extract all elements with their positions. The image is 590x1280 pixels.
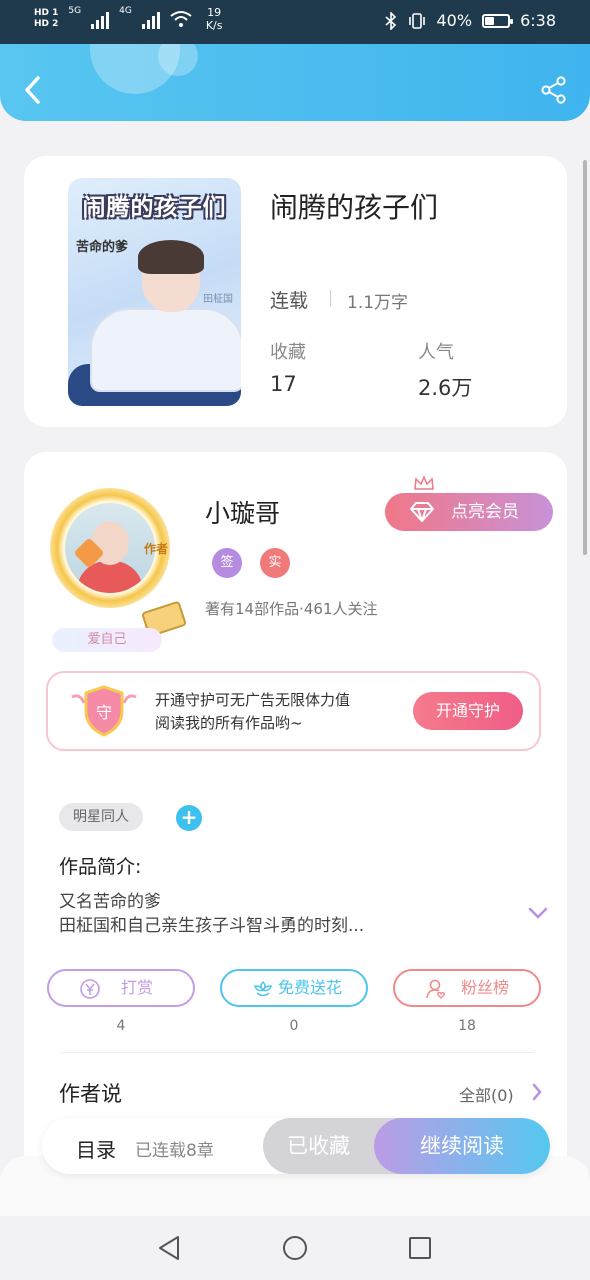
chapter-count: 已连载8章 xyxy=(135,1141,214,1161)
cover-figure-body xyxy=(90,308,241,392)
author-name: 小璇哥 xyxy=(205,499,281,528)
scrollbar[interactable] xyxy=(583,160,587,555)
nav-home-icon[interactable] xyxy=(282,1235,308,1261)
intro-title: 作品简介: xyxy=(59,856,142,878)
hd-indicator: HD 1 HD 2 xyxy=(34,8,58,30)
reward-label: 打赏 xyxy=(121,978,154,997)
vip-button-label: 点亮会员 xyxy=(451,502,519,522)
hd1-label: HD 1 xyxy=(34,8,59,18)
vip-button[interactable]: 点亮会员 xyxy=(385,475,553,531)
continue-reading-button[interactable]: 继续阅读 xyxy=(374,1118,550,1174)
yen-coin-icon xyxy=(80,979,100,999)
send-flower-label: 免费送花 xyxy=(278,978,343,997)
chevron-right-icon[interactable] xyxy=(531,1082,543,1102)
fan-user-icon xyxy=(426,979,445,999)
net-speed: 19 K/s xyxy=(206,6,223,32)
section-divider xyxy=(59,1052,534,1053)
crown-icon xyxy=(414,475,434,490)
wifi-icon xyxy=(170,11,192,27)
verified-badge: 实 xyxy=(260,548,290,578)
back-icon[interactable] xyxy=(22,74,44,106)
book-status: 连载 xyxy=(270,290,309,312)
hd2-label: HD 2 xyxy=(34,19,59,29)
signal-icon xyxy=(91,9,110,29)
fan-count: 18 xyxy=(458,1018,476,1034)
battery-percent: 40% xyxy=(436,11,473,30)
nav-recent-icon[interactable] xyxy=(408,1236,432,1260)
signal-icon-2 xyxy=(141,9,160,29)
author-avatar-frame[interactable]: 作者 xyxy=(50,488,188,638)
bottom-action-bar: 目录 已连载8章 已收藏 继续阅读 xyxy=(42,1118,550,1174)
net2-label: 4G xyxy=(119,6,132,16)
flower-icon xyxy=(253,980,273,997)
send-flower-button[interactable]: 免费送花 xyxy=(220,969,368,1007)
net1-label: 5G xyxy=(68,6,82,16)
cover-figure-hair xyxy=(138,240,204,274)
reward-button[interactable]: 打赏 xyxy=(47,969,195,1007)
intro-line2: 田柾国和自己亲生孩子斗智斗勇的时刻... xyxy=(59,916,365,936)
shield-icon: 守 xyxy=(71,685,137,737)
guard-text-line2: 阅读我的所有作品哟~ xyxy=(155,714,303,732)
author-card: 作者 爱自己 小璇哥 签 实 著有14部作品·461人关注 点亮会员 守 开通守… xyxy=(24,452,567,1212)
word-count: 1.1万字 xyxy=(347,293,409,313)
favorites-value: 17 xyxy=(270,372,297,396)
fan-rank-button[interactable]: 粉丝榜 xyxy=(393,969,541,1007)
popularity-label: 人气 xyxy=(418,342,454,363)
bluetooth-icon xyxy=(384,11,396,30)
status-divider xyxy=(330,290,331,306)
system-nav-bar xyxy=(0,1216,590,1280)
battery-icon xyxy=(482,13,514,28)
book-cover[interactable]: 闹腾的孩子们 苦命的爹 田柾国 xyxy=(68,178,241,406)
header-bar xyxy=(0,44,590,121)
header-bubble-small xyxy=(158,44,198,76)
cover-watermark: 田柾国 xyxy=(203,294,233,305)
share-icon[interactable] xyxy=(540,76,568,104)
diamond-icon xyxy=(410,502,434,522)
book-title: 闹腾的孩子们 xyxy=(270,191,439,224)
intro-text: 又名苦命的爹 田柾国和自己亲生孩子斗智斗勇的时刻... xyxy=(59,890,364,938)
battery-fill xyxy=(485,16,494,25)
status-bar: HD 1 HD 2 5G 4G 19 K/s 40% 6:38 xyxy=(0,0,590,44)
shield-char: 守 xyxy=(96,703,112,722)
flower-count: 0 xyxy=(289,1018,299,1034)
toc-button[interactable]: 目录 xyxy=(76,1134,116,1163)
book-info-card: 闹腾的孩子们 苦命的爹 田柾国 闹腾的孩子们 连载 1.1万字 收藏 17 人气… xyxy=(24,156,567,427)
author-pill: 爱自己 xyxy=(52,628,162,652)
speed-value: 19 xyxy=(207,6,222,19)
signed-badge: 签 xyxy=(212,548,242,578)
nav-back-icon[interactable] xyxy=(156,1234,182,1262)
chevron-down-icon[interactable] xyxy=(527,906,549,920)
guard-promo: 守 开通守护可无广告无限体力值 阅读我的所有作品哟~ 开通守护 xyxy=(46,671,541,751)
author-tag: 作者 xyxy=(144,542,169,556)
add-tag-button[interactable]: + xyxy=(176,805,202,831)
guard-text-line1: 开通守护可无广告无限体力值 xyxy=(155,691,351,709)
author-stats: 著有14部作品·461人关注 xyxy=(205,600,378,618)
guard-text: 开通守护可无广告无限体力值 阅读我的所有作品哟~ xyxy=(155,689,350,735)
sayings-all-link[interactable]: 全部(0) xyxy=(459,1082,514,1106)
cover-title: 闹腾的孩子们 xyxy=(82,195,227,221)
author-sayings-title: 作者说 xyxy=(59,1082,122,1106)
clock: 6:38 xyxy=(520,11,556,30)
favorites-label: 收藏 xyxy=(270,342,306,363)
intro-line1: 又名苦命的爹 xyxy=(59,892,161,912)
reward-count: 4 xyxy=(116,1018,126,1034)
popularity-value: 2.6万 xyxy=(418,376,473,400)
fan-rank-label: 粉丝榜 xyxy=(461,978,510,997)
open-guard-button[interactable]: 开通守护 xyxy=(413,692,523,730)
speed-unit: K/s xyxy=(205,19,223,32)
cover-author: 苦命的爹 xyxy=(76,240,129,255)
vibrate-icon xyxy=(408,12,425,29)
tag-star-fanfic[interactable]: 明星同人 xyxy=(59,803,143,831)
